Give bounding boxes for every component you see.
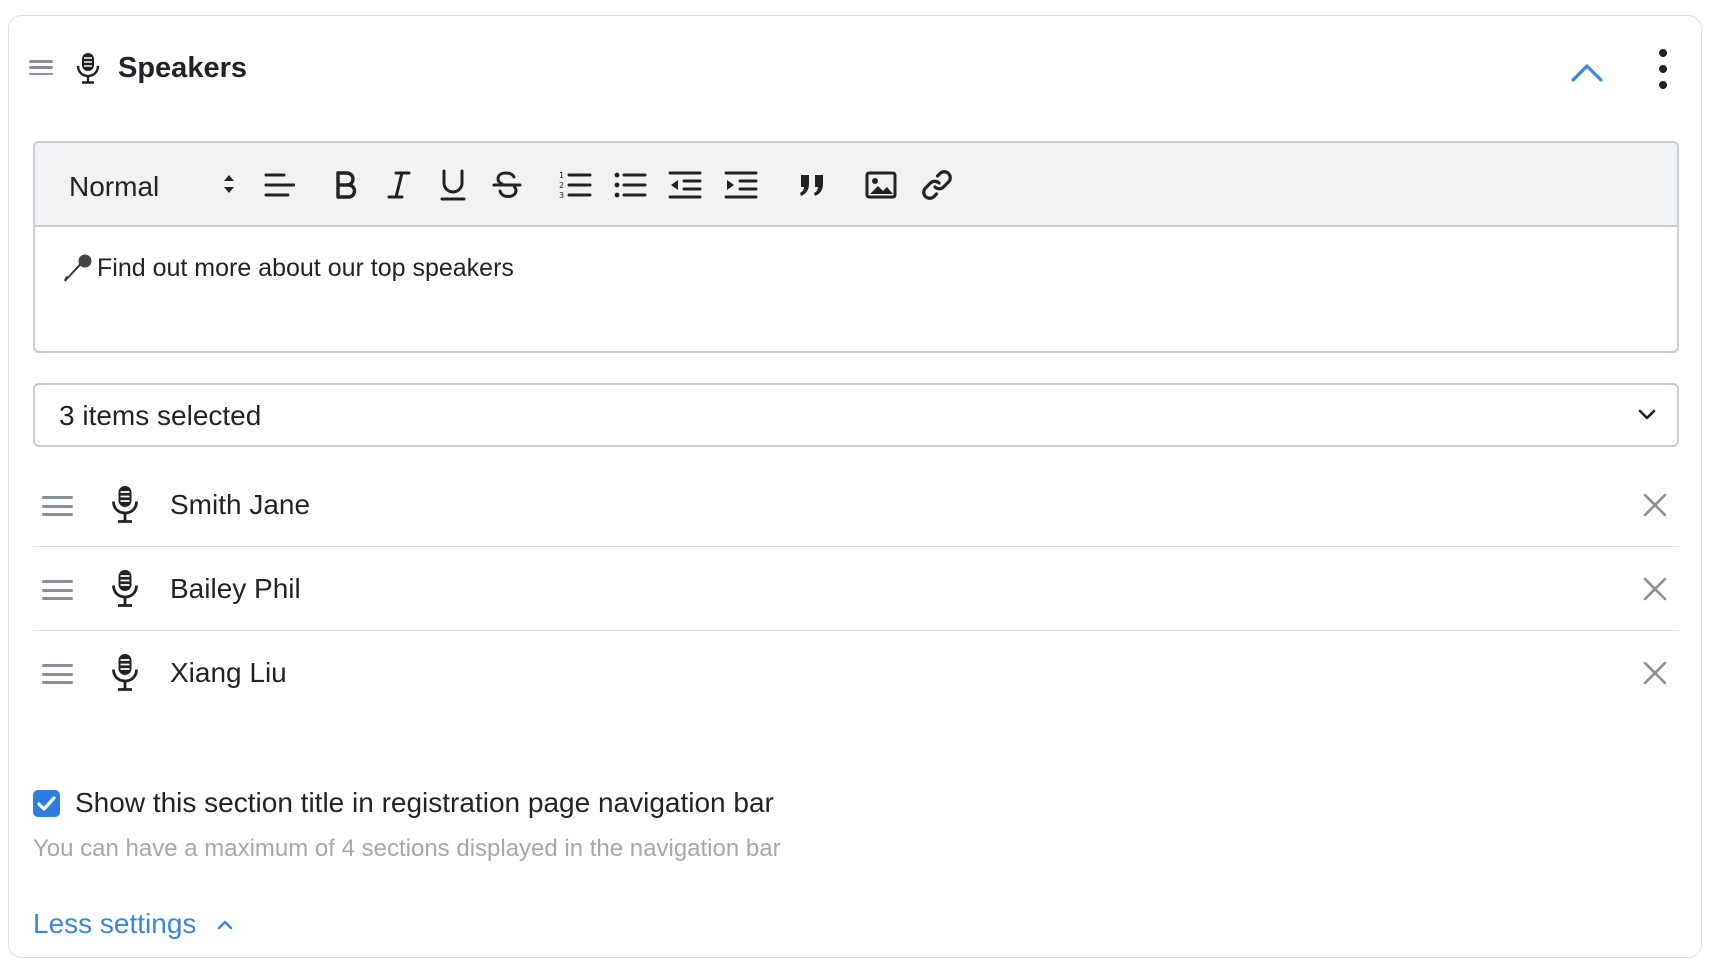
speaker-name: Xiang Liu xyxy=(170,657,287,688)
quote-icon xyxy=(800,175,823,196)
indent-button[interactable] xyxy=(719,163,763,207)
bullet-list-icon xyxy=(614,172,647,198)
align-button[interactable] xyxy=(257,163,301,207)
remove-speaker-close-icon[interactable] xyxy=(1641,491,1669,519)
text-format-select[interactable]: Normal xyxy=(35,143,249,227)
outdent-button[interactable] xyxy=(663,163,707,207)
outdent-icon xyxy=(668,171,702,199)
less-settings-label: Less settings xyxy=(33,908,197,939)
section-drag-handle-icon[interactable] xyxy=(29,60,53,75)
speakers-multiselect-value: 3 items selected xyxy=(59,400,262,431)
section-header: Speakers xyxy=(9,16,1701,112)
speakers-multiselect[interactable]: 3 items selected xyxy=(33,383,1679,447)
insert-image-button[interactable] xyxy=(859,163,903,207)
section-title: Speakers xyxy=(118,52,247,84)
select-arrows-icon xyxy=(224,175,234,193)
drag-handle-icon[interactable] xyxy=(42,580,73,600)
speaker-row: Xiang Liu xyxy=(33,631,1679,715)
svg-text:3: 3 xyxy=(559,191,564,200)
rich-text-editor: Normal 1 2 3 Find out more about our top… xyxy=(33,141,1679,353)
bullet-list-button[interactable] xyxy=(608,163,652,207)
vertical-dots-icon xyxy=(1659,49,1667,89)
speaker-row: Bailey Phil xyxy=(33,547,1679,631)
remove-speaker-close-icon[interactable] xyxy=(1641,575,1669,603)
editor-toolbar: Normal 1 2 3 xyxy=(35,143,1677,227)
drag-handle-icon[interactable] xyxy=(42,664,73,684)
microphone-icon xyxy=(112,486,138,523)
ordered-list-button[interactable]: 1 2 3 xyxy=(553,163,597,207)
chevron-up-icon xyxy=(218,920,233,930)
checkmark-icon xyxy=(37,796,56,811)
blockquote-button[interactable] xyxy=(790,163,834,207)
collapse-section-button[interactable] xyxy=(1565,56,1609,90)
editor-content[interactable]: Find out more about our top speakers xyxy=(63,253,514,283)
drag-handle-icon[interactable] xyxy=(42,496,73,516)
image-icon xyxy=(865,171,897,199)
less-settings-link[interactable]: Less settings xyxy=(33,907,234,941)
indent-icon xyxy=(724,171,758,199)
more-options-button[interactable] xyxy=(1651,46,1675,92)
underline-button[interactable] xyxy=(431,163,475,207)
show-in-navigation-label[interactable]: Show this section title in registration … xyxy=(75,786,774,820)
text-format-value: Normal xyxy=(69,171,160,202)
navigation-limit-hint: You can have a maximum of 4 sections dis… xyxy=(33,835,781,862)
speakers-section-card: Speakers Normal 1 2 3 Find out more abou… xyxy=(8,15,1702,958)
italic-button[interactable] xyxy=(377,163,421,207)
insert-link-button[interactable] xyxy=(915,163,959,207)
microphone-icon xyxy=(112,570,138,607)
svg-text:1: 1 xyxy=(559,171,564,180)
editor-content-text: Find out more about our top speakers xyxy=(97,254,514,282)
speaker-name: Smith Jane xyxy=(170,489,311,520)
speaker-name: Bailey Phil xyxy=(170,573,301,604)
microphone-icon xyxy=(76,53,100,84)
align-left-icon xyxy=(264,173,295,197)
show-in-navigation-checkbox[interactable] xyxy=(33,790,60,817)
underline-icon xyxy=(440,169,466,201)
ordered-list-icon: 1 2 3 xyxy=(559,171,592,200)
strikethrough-button[interactable] xyxy=(485,163,529,207)
chevron-up-icon xyxy=(1571,64,1603,82)
microphone-icon xyxy=(112,654,138,691)
bold-icon xyxy=(336,171,357,199)
chevron-down-icon xyxy=(1638,409,1656,420)
bold-button[interactable] xyxy=(324,163,368,207)
selected-speakers-list: Smith Jane Bailey Phil Xiang Liu xyxy=(33,463,1679,715)
speaker-row: Smith Jane xyxy=(33,463,1679,547)
svg-text:2: 2 xyxy=(559,181,564,190)
italic-icon xyxy=(387,171,411,199)
remove-speaker-close-icon[interactable] xyxy=(1641,659,1669,687)
microphone-emoji-icon xyxy=(64,254,92,282)
link-icon xyxy=(922,170,952,200)
strikethrough-icon xyxy=(492,171,522,199)
